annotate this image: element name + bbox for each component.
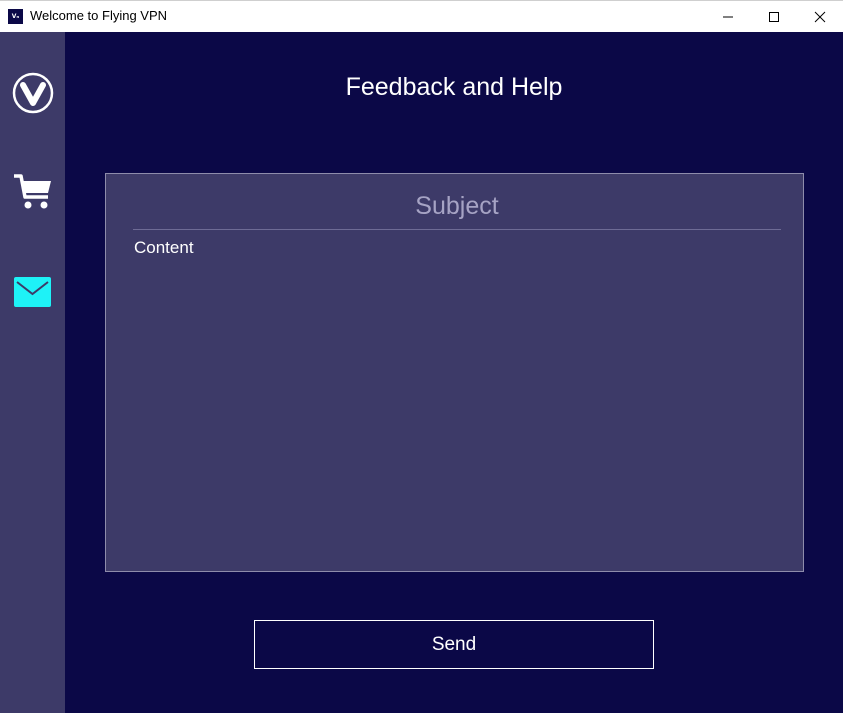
minimize-button[interactable] [705, 1, 751, 32]
sidebar-item-feedback[interactable] [0, 262, 65, 322]
content-textarea[interactable] [133, 238, 781, 558]
sidebar [0, 32, 65, 713]
app-window: Vₙ Welcome to Flying VPN Feedback and He… [0, 0, 843, 713]
maximize-icon [769, 11, 779, 22]
mail-icon [14, 277, 51, 307]
minimize-icon [723, 16, 733, 17]
page-title: Feedback and Help [345, 73, 563, 101]
title-bar[interactable]: Vₙ Welcome to Flying VPN [0, 0, 843, 32]
shopping-cart-icon [13, 174, 51, 209]
subject-input[interactable] [133, 184, 781, 230]
app-icon: Vₙ [8, 9, 23, 24]
close-icon [814, 11, 826, 22]
vpn-logo-icon [12, 72, 53, 114]
send-button[interactable]: Send [254, 620, 654, 669]
window-title: Welcome to Flying VPN [30, 8, 168, 23]
maximize-button[interactable] [751, 1, 797, 32]
sidebar-item-store[interactable] [0, 162, 65, 222]
feedback-form [105, 173, 804, 572]
sidebar-item-vpn[interactable] [0, 63, 65, 123]
close-button[interactable] [797, 1, 843, 32]
